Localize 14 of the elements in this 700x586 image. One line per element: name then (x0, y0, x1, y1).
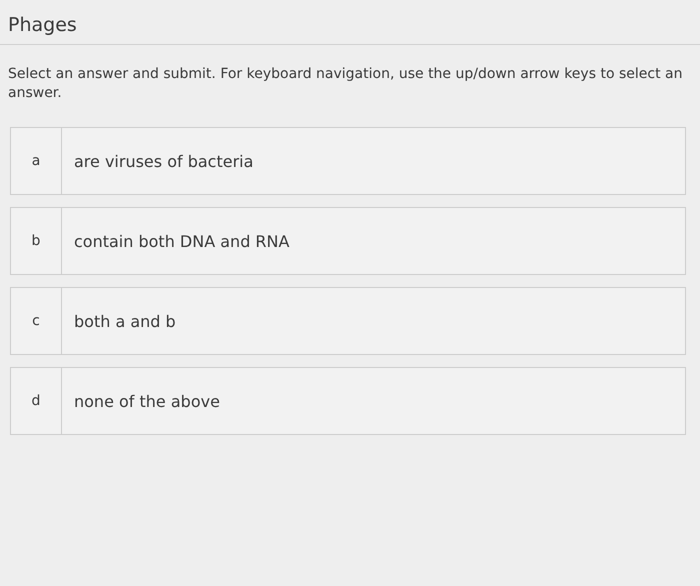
option-text: none of the above (73, 390, 220, 412)
option-text: are viruses of bacteria (73, 150, 254, 172)
option-letter: a (11, 128, 62, 194)
question-title: Phages (8, 14, 77, 36)
instructions-text: Select an answer and submit. For keyboard navigation, use the up/down arrow keys to select an answer. (8, 65, 684, 103)
answer-option[interactable]: c both a and b (10, 287, 686, 355)
option-letter: c (11, 288, 62, 354)
answer-option[interactable]: d none of the above (10, 367, 686, 435)
option-letter: d (11, 368, 62, 434)
answer-option[interactable]: a are viruses of bacteria (10, 127, 686, 195)
option-text: contain both DNA and RNA (73, 230, 290, 252)
option-letter: b (11, 208, 62, 274)
answer-option[interactable]: b contain both DNA and RNA (10, 207, 686, 275)
option-text: both a and b (73, 310, 176, 332)
